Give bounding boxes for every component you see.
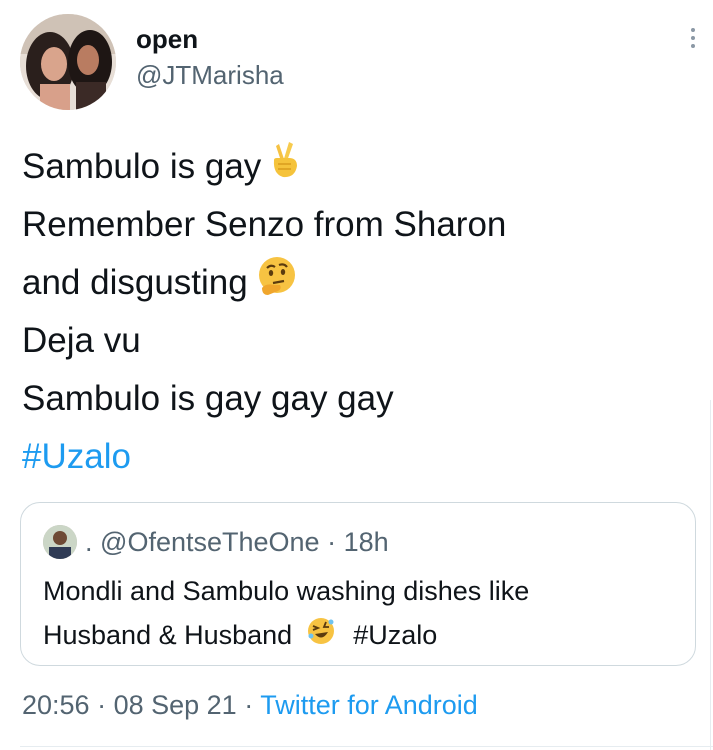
tweet-source-link[interactable]: Twitter for Android — [260, 690, 478, 720]
tweet-line-text: and disgusting — [22, 263, 248, 302]
hashtag-link[interactable]: #Uzalo — [22, 437, 131, 476]
tweet-line: Remember Senzo from Sharon — [22, 196, 692, 254]
quoted-tweet-text: Mondli and Sambulo washing dishes like H… — [43, 569, 683, 657]
quoted-line: Husband & Husband #Uzalo — [43, 613, 683, 657]
tweet-line: and disgusting — [22, 254, 692, 312]
tweet-date[interactable]: · 08 Sep 21 · — [97, 690, 253, 720]
user-handle[interactable]: @JTMarisha — [136, 58, 284, 92]
quoted-avatar — [43, 525, 77, 559]
thinking-face-icon — [256, 255, 298, 315]
tweet-line: #Uzalo — [22, 428, 692, 486]
display-name[interactable]: open — [136, 24, 284, 54]
tweet-text: Sambulo is gay Remember Senzo from Sharo… — [22, 138, 692, 486]
quoted-hashtag-text: #Uzalo — [353, 620, 438, 650]
quoted-separator: . — [85, 527, 93, 557]
tweet-time[interactable]: 20:56 — [22, 690, 90, 720]
quoted-handle[interactable]: @OfentseTheOne — [100, 527, 320, 557]
tweet-line-text: Sambulo is gay gay gay — [22, 379, 394, 418]
avatar-photo-icon — [20, 14, 116, 110]
tweet-line: Sambulo is gay — [22, 138, 692, 196]
quoted-time: · 18h — [327, 527, 389, 557]
avatar[interactable] — [20, 14, 116, 110]
quoted-line: Mondli and Sambulo washing dishes like — [43, 576, 530, 606]
tweet-footer: 20:56 · 08 Sep 21 · Twitter for Android — [22, 690, 478, 721]
more-options-icon[interactable] — [686, 28, 700, 54]
tweet-line: Sambulo is gay gay gay — [22, 370, 692, 428]
tweet-line-text: Deja vu — [22, 321, 141, 360]
quoted-line-text: Husband & Husband — [43, 620, 293, 650]
quoted-tweet[interactable]: . @OfentseTheOne · 18h Mondli and Sambul… — [20, 502, 696, 666]
divider — [20, 746, 713, 747]
tweet-line: Deja vu — [22, 312, 692, 370]
tweet-line-text: Remember Senzo from Sharon — [22, 205, 507, 244]
quoted-meta: . @OfentseTheOne · 18h — [85, 527, 389, 558]
tweet-header: open @JTMarisha — [20, 14, 700, 114]
divider — [710, 400, 711, 750]
author-names: open @JTMarisha — [136, 24, 284, 92]
tweet-line-text: Sambulo is gay — [22, 147, 262, 186]
rolling-laughing-icon — [306, 615, 336, 659]
crossed-fingers-icon — [269, 140, 303, 198]
